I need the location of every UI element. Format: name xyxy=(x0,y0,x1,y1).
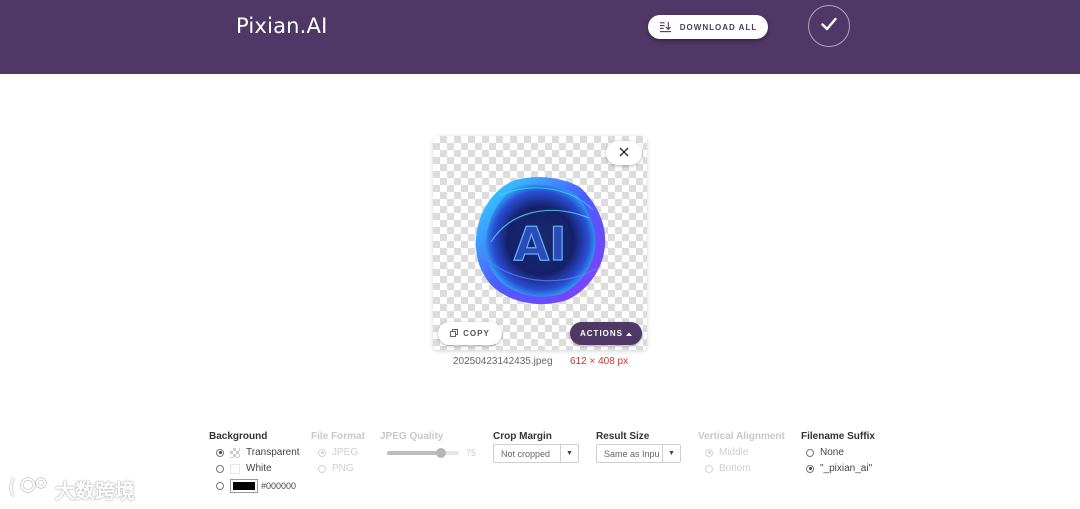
image-dimensions: 612 × 408 px xyxy=(570,356,629,367)
brand-logo[interactable]: Pixian.AI xyxy=(236,14,328,38)
result-image-card: AI COPY ACTIONS xyxy=(433,136,647,350)
watermark-text: 大数跨境 xyxy=(55,479,135,503)
download-all-button[interactable]: DOWNLOAD ALL xyxy=(648,15,768,39)
crop-margin-select[interactable]: Not cropped ▼ xyxy=(493,444,579,463)
option-label: JPEG xyxy=(332,447,359,458)
radio-button[interactable] xyxy=(216,482,224,490)
background-white-option[interactable]: White xyxy=(216,463,272,474)
ai-logo-image: AI xyxy=(475,177,606,305)
caret-down-icon: ▼ xyxy=(560,445,578,462)
radio-button[interactable] xyxy=(806,448,814,457)
top-bar: Pixian.AI DOWNLOAD ALL xyxy=(0,0,1080,74)
close-icon xyxy=(619,144,629,162)
caret-up-icon xyxy=(626,329,632,338)
radio-button[interactable] xyxy=(216,448,224,457)
watermark: 大数跨境 xyxy=(8,474,135,505)
file-name: 20250423142435.jpeg xyxy=(453,356,553,367)
radio-button[interactable] xyxy=(216,464,224,473)
jpeg-quality-title: JPEG Quality xyxy=(380,431,444,442)
white-swatch-icon xyxy=(230,463,240,474)
option-label: White xyxy=(246,463,272,474)
copy-label: COPY xyxy=(463,329,490,338)
result-size-select[interactable]: Same as Inpu ▼ xyxy=(596,444,681,463)
filename-suffix-title: Filename Suffix xyxy=(801,431,875,442)
option-label: None xyxy=(820,447,844,458)
option-label: Middle xyxy=(719,447,749,458)
color-picker[interactable] xyxy=(230,479,258,493)
download-all-label: DOWNLOAD ALL xyxy=(679,22,758,32)
actions-label: ACTIONS xyxy=(580,329,623,338)
radio-button[interactable] xyxy=(318,448,326,457)
color-value: #000000 xyxy=(261,481,297,491)
jpeg-quality-slider[interactable] xyxy=(387,448,459,458)
background-transparent-option[interactable]: Transparent xyxy=(216,447,300,458)
caret-down-icon: ▼ xyxy=(662,445,680,462)
crop-margin-title: Crop Margin xyxy=(493,431,552,442)
background-color-option[interactable]: #000000 xyxy=(216,479,296,493)
file-format-png-option[interactable]: PNG xyxy=(318,463,354,474)
result-size-title: Result Size xyxy=(596,431,650,442)
jpeg-quality-value: 75 xyxy=(466,448,477,458)
radio-button[interactable] xyxy=(705,448,713,457)
vertical-alignment-title: Vertical Alignment xyxy=(698,431,785,442)
vertical-alignment-middle-option[interactable]: Middle xyxy=(705,447,748,458)
background-title: Background xyxy=(209,431,268,442)
select-value: Not cropped xyxy=(501,448,551,459)
check-icon xyxy=(821,17,837,36)
close-button[interactable] xyxy=(606,141,642,165)
vertical-alignment-bottom-option[interactable]: Bottom xyxy=(705,463,751,474)
copy-button[interactable]: COPY xyxy=(438,322,502,345)
actions-button[interactable]: ACTIONS xyxy=(570,322,642,345)
ai-logo-text: AI xyxy=(514,217,567,271)
confirm-button[interactable] xyxy=(808,5,850,47)
slider-fill xyxy=(387,451,441,455)
transparent-swatch-icon xyxy=(230,447,240,458)
radio-button[interactable] xyxy=(806,464,814,473)
option-label: PNG xyxy=(332,463,354,474)
file-format-jpeg-option[interactable]: JPEG xyxy=(318,447,358,458)
option-label: "_pixian_ai" xyxy=(820,463,873,474)
filename-suffix-pixian-option[interactable]: "_pixian_ai" xyxy=(806,463,872,474)
slider-thumb[interactable] xyxy=(436,448,446,458)
filename-suffix-none-option[interactable]: None xyxy=(806,447,844,458)
watermark-logo-icon xyxy=(8,474,50,505)
file-format-title: File Format xyxy=(311,431,365,442)
radio-button[interactable] xyxy=(318,464,326,473)
download-list-icon xyxy=(659,20,672,35)
copy-icon xyxy=(450,328,459,339)
radio-button[interactable] xyxy=(705,464,713,473)
option-label: Transparent xyxy=(246,447,300,458)
option-label: Bottom xyxy=(719,463,751,474)
select-value: Same as Inpu xyxy=(604,448,660,459)
